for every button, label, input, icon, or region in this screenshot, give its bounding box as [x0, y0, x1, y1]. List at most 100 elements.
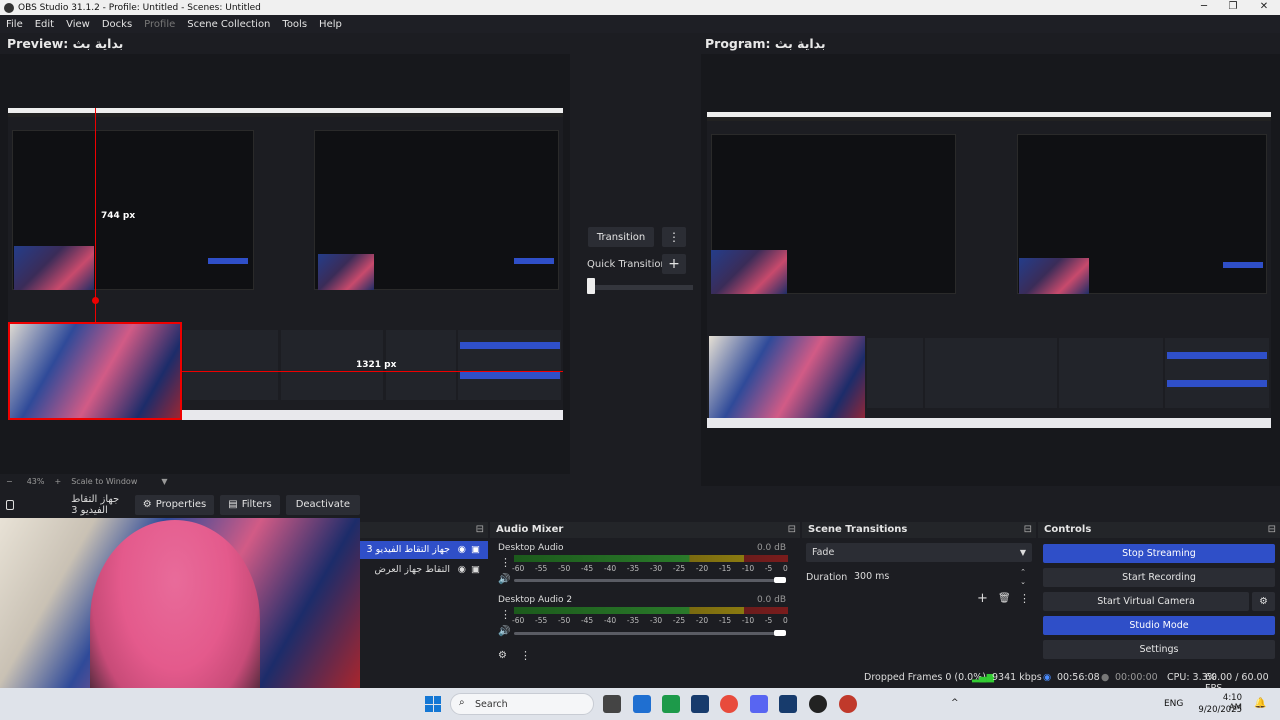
- menu-profile[interactable]: Profile: [138, 19, 181, 30]
- store-icon[interactable]: [633, 695, 651, 713]
- transition-button[interactable]: Transition: [588, 227, 654, 247]
- volume-slider[interactable]: [514, 632, 784, 635]
- zoom-scale-select[interactable]: Scale to Window: [71, 477, 137, 486]
- scene-item[interactable]: التقاط جهاز العرض ◉ ▣: [360, 561, 488, 579]
- eye-icon[interactable]: ◉: [458, 541, 466, 559]
- dock-popout-icon[interactable]: ⊟: [1024, 522, 1032, 538]
- add-transition-icon[interactable]: +: [977, 591, 988, 606]
- transition-more-button[interactable]: ⋮: [662, 227, 686, 247]
- app-icon[interactable]: [839, 695, 857, 713]
- meter-tick-label: 0: [783, 616, 788, 625]
- clock-date[interactable]: 9/20/2025: [1198, 705, 1242, 715]
- task-view-icon[interactable]: [603, 695, 621, 713]
- spin-down-icon[interactable]: ⌄: [1020, 573, 1026, 592]
- studio-mode-button[interactable]: Studio Mode: [1043, 616, 1275, 635]
- speaker-icon[interactable]: 🔊: [498, 574, 510, 585]
- advanced-audio-icon[interactable]: ⚙: [498, 650, 507, 661]
- properties-button[interactable]: ⚙ Properties: [134, 494, 215, 515]
- duration-spinbox[interactable]: 300 ms ⌃ ⌄: [848, 567, 1032, 586]
- start-recording-button[interactable]: Start Recording: [1043, 568, 1275, 587]
- notifications-icon[interactable]: 🔔: [1254, 698, 1266, 709]
- tray-overflow-icon[interactable]: ^: [951, 698, 959, 708]
- meter-tick-label: -10: [741, 564, 755, 573]
- dropped-frames: Dropped Frames 0 (0.0%): [864, 672, 986, 683]
- bitrate: 9341 kbps: [992, 672, 1042, 683]
- t-bar-handle[interactable]: [587, 278, 595, 294]
- menu-help[interactable]: Help: [313, 19, 348, 30]
- volume-slider[interactable]: [514, 579, 784, 582]
- start-virtual-camera-button[interactable]: Start Virtual Camera: [1043, 592, 1249, 611]
- steam-icon[interactable]: [691, 695, 709, 713]
- zoom-level: 43%: [26, 476, 45, 486]
- t-bar-track[interactable]: [587, 285, 693, 290]
- window-title: OBS Studio 31.1.2 - Profile: Untitled - …: [18, 2, 261, 13]
- deactivate-button[interactable]: Deactivate: [285, 494, 360, 515]
- dock-popout-icon[interactable]: ⊟: [476, 522, 484, 538]
- eye-icon[interactable]: ◉: [458, 561, 466, 579]
- meter-tick-label: -20: [695, 616, 709, 625]
- speaker-icon[interactable]: 🔊: [498, 626, 510, 637]
- menu-file[interactable]: File: [0, 19, 29, 30]
- lock-icon[interactable]: ▣: [471, 561, 480, 579]
- zoom-out-button[interactable]: −: [6, 477, 13, 486]
- volume-slider-knob[interactable]: [774, 630, 786, 636]
- menu-edit[interactable]: Edit: [29, 19, 60, 30]
- mixer-menu-icon[interactable]: ⋮: [520, 649, 531, 662]
- menu-tools[interactable]: Tools: [276, 19, 313, 30]
- trash-icon[interactable]: 🗑: [998, 593, 1011, 604]
- transition-menu-icon[interactable]: ⋮: [1019, 592, 1030, 605]
- minimize-button[interactable]: ─: [1189, 0, 1219, 15]
- status-bar: Dropped Frames 0 (0.0%) ▂▄▆ 9341 kbps ◉ …: [360, 668, 1280, 694]
- scene-transitions-dock: Scene Transitions ⊟ Fade ▼ Duration 300 m…: [802, 522, 1036, 668]
- meter-tick-label: -35: [626, 564, 640, 573]
- window-titlebar: OBS Studio 31.1.2 - Profile: Untitled - …: [0, 0, 1280, 15]
- zoom-in-button[interactable]: +: [54, 477, 61, 486]
- lock-icon[interactable]: ▣: [471, 541, 480, 559]
- menu-scene-collection[interactable]: Scene Collection: [181, 19, 276, 30]
- discord-icon[interactable]: [750, 695, 768, 713]
- windows-taskbar: ⌕ Search ^ ENG 4:10 AM 9/20/2025 🔔: [0, 688, 1280, 720]
- zoom-caret-icon[interactable]: ▼: [161, 477, 167, 486]
- chrome-icon[interactable]: [720, 695, 738, 713]
- menu-view[interactable]: View: [60, 19, 96, 30]
- audio-mixer-title: Audio Mixer: [496, 524, 564, 535]
- dock-popout-icon[interactable]: ⊟: [788, 522, 796, 538]
- input-language[interactable]: ENG: [1164, 699, 1183, 709]
- add-quick-transition-button[interactable]: +: [662, 254, 686, 274]
- stream-icon: ◉: [1043, 672, 1052, 683]
- filters-button[interactable]: ▤ Filters: [220, 494, 280, 515]
- close-button[interactable]: ✕: [1249, 0, 1279, 15]
- channel-menu-icon[interactable]: ⋮: [500, 556, 511, 569]
- dock-popout-icon[interactable]: ⊟: [1268, 522, 1276, 538]
- virtual-camera-settings-button[interactable]: ⚙: [1252, 592, 1275, 611]
- steam-app-icon[interactable]: [779, 695, 797, 713]
- meter-tick-label: -5: [764, 616, 773, 625]
- stop-streaming-button[interactable]: Stop Streaming: [1043, 544, 1275, 563]
- xbox-icon[interactable]: [662, 695, 680, 713]
- menu-docks[interactable]: Docks: [96, 19, 138, 30]
- scene-item-label: التقاط جهاز العرض: [374, 564, 450, 575]
- meter-ticks: -60 -55 -50 -45 -40 -35 -30 -25 -20 -15 -10 -5 0: [512, 616, 788, 625]
- meter-tick-label: -55: [534, 616, 548, 625]
- volume-slider-knob[interactable]: [774, 577, 786, 583]
- channel-db: 0.0 dB: [756, 543, 786, 553]
- maximize-button[interactable]: ❐: [1218, 0, 1248, 15]
- gear-icon: ⚙: [142, 499, 152, 510]
- meter-tick-label: -15: [718, 564, 732, 573]
- signal-bars-icon: ▂▄▆: [972, 672, 994, 683]
- menu-bar: File Edit View Docks Profile Scene Colle…: [0, 15, 1280, 33]
- windows-start-icon[interactable]: [425, 696, 441, 712]
- record-icon: ●: [1101, 672, 1110, 683]
- obs-taskbar-icon[interactable]: [809, 695, 827, 713]
- resize-handle[interactable]: [92, 297, 99, 304]
- transition-type-select[interactable]: Fade ▼: [806, 543, 1032, 562]
- meter-ticks: -60 -55 -50 -45 -40 -35 -30 -25 -20 -15 -10 -5 0: [512, 564, 788, 573]
- preview-canvas[interactable]: 744 px 1321 px: [0, 54, 570, 474]
- controls-title: Controls: [1044, 524, 1092, 535]
- settings-button[interactable]: Settings: [1043, 640, 1275, 659]
- measure-horizontal-label: 1321 px: [356, 360, 397, 370]
- selection-box[interactable]: [8, 322, 182, 420]
- channel-menu-icon[interactable]: ⋮: [500, 608, 511, 621]
- scene-item[interactable]: جهاز التقاط الفيديو 3 ◉ ▣: [360, 541, 488, 559]
- taskbar-search-box[interactable]: ⌕ Search: [450, 693, 594, 715]
